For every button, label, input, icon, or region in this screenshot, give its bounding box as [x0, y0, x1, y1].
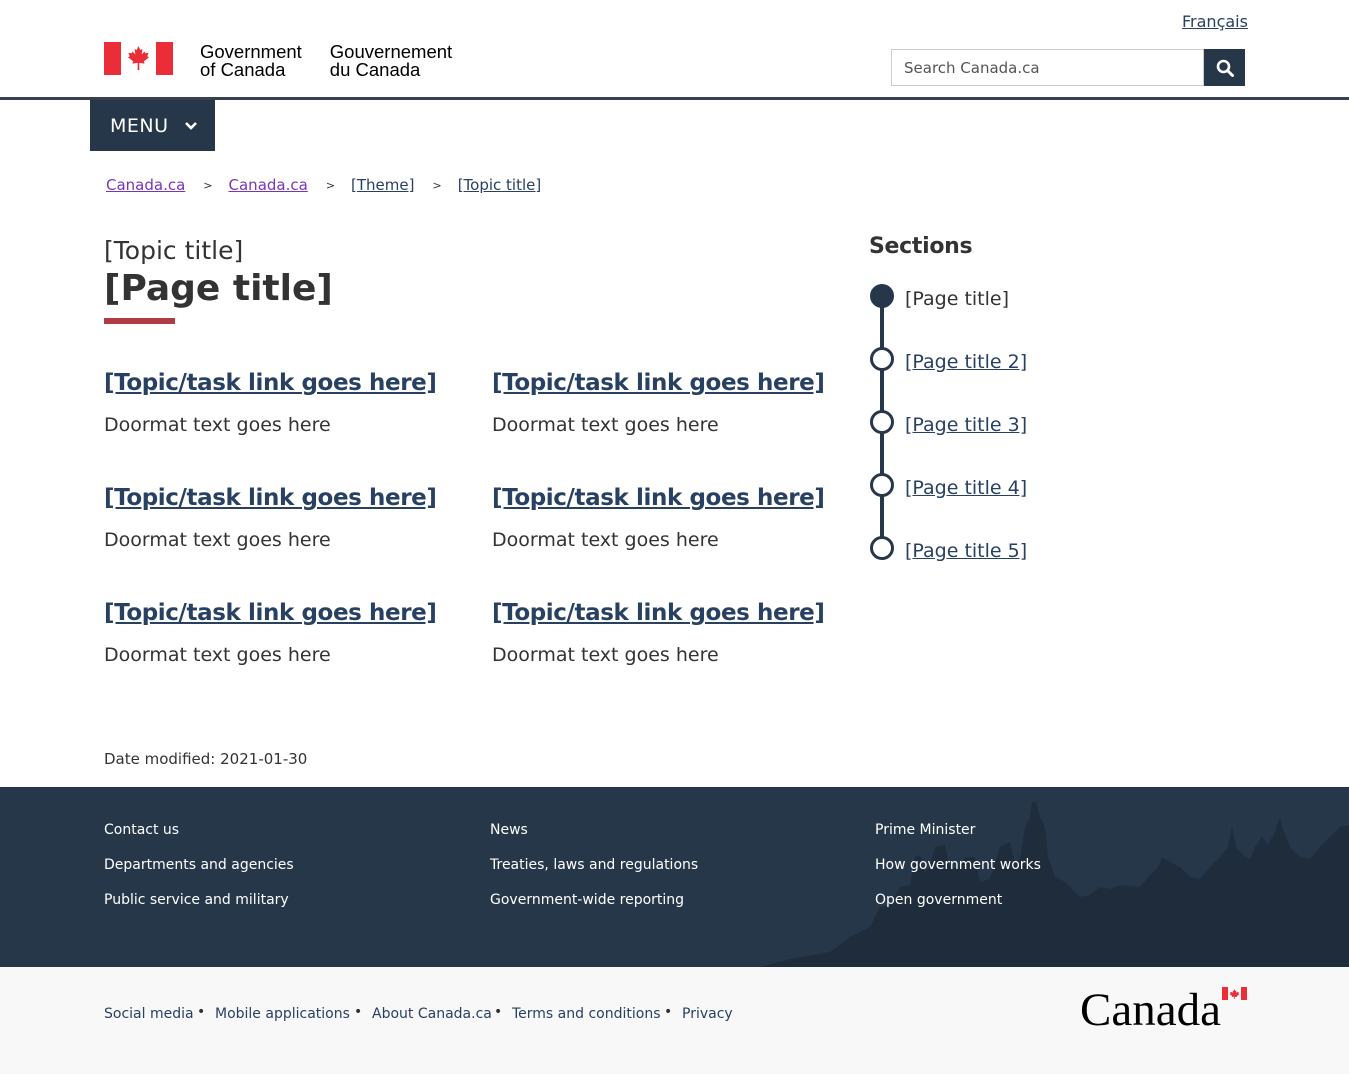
- footer-sub-link-about[interactable]: About Canada.ca: [372, 1006, 492, 1022]
- footer-sub-link-social-media[interactable]: Social media: [104, 1006, 194, 1022]
- breadcrumb-link-canada[interactable]: Canada.ca: [106, 176, 185, 194]
- breadcrumb-separator: >: [203, 178, 213, 192]
- section-link-3[interactable]: [Page title 3]: [905, 414, 1027, 436]
- section-link-5[interactable]: [Page title 5]: [905, 540, 1027, 562]
- search-icon: [1216, 59, 1234, 77]
- menu-label: MENU: [110, 114, 169, 137]
- step-marker: [870, 536, 894, 560]
- step-marker: [870, 473, 894, 497]
- canada-wordmark-logo: Canada: [1080, 985, 1247, 1029]
- chevron-down-icon: [185, 122, 197, 130]
- step-marker: [870, 347, 894, 371]
- footer-link-how-government-works[interactable]: How government works: [875, 857, 1041, 873]
- menu-button[interactable]: MENU: [90, 100, 215, 151]
- page-title: [Page title]: [104, 268, 333, 309]
- footer-link-public-service[interactable]: Public service and military: [104, 892, 289, 908]
- doormat-link[interactable]: [Topic/task link goes here]: [492, 485, 825, 511]
- bullet-separator: •: [494, 1004, 503, 1020]
- doormat-link[interactable]: [Topic/task link goes here]: [104, 485, 437, 511]
- sections-heading: Sections: [869, 234, 973, 259]
- footer-link-prime-minister[interactable]: Prime Minister: [875, 822, 975, 838]
- breadcrumb-link-canada-2[interactable]: Canada.ca: [229, 176, 308, 194]
- bullet-separator: •: [197, 1004, 206, 1020]
- topic-title: [Topic title]: [104, 236, 244, 265]
- step-marker: [870, 410, 894, 434]
- footer-sub-link-terms[interactable]: Terms and conditions: [512, 1006, 661, 1022]
- doormat-text: Doormat text goes here: [104, 529, 331, 551]
- date-modified-label: Date modified:: [104, 750, 216, 768]
- doormat-link[interactable]: [Topic/task link goes here]: [492, 370, 825, 396]
- date-modified: Date modified: 2021-01-30: [104, 750, 307, 768]
- footer-link-open-government[interactable]: Open government: [875, 892, 1002, 908]
- footer-link-departments[interactable]: Departments and agencies: [104, 857, 294, 873]
- footer-sub-link-privacy[interactable]: Privacy: [682, 1006, 733, 1022]
- footer-link-contact-us[interactable]: Contact us: [104, 822, 179, 838]
- breadcrumb-separator: >: [325, 178, 336, 192]
- gouvernement-du-canada-text: Gouvernement du Canada: [329, 41, 453, 80]
- doormat-text: Doormat text goes here: [492, 414, 719, 436]
- doormat-link[interactable]: [Topic/task link goes here]: [492, 600, 825, 626]
- doormat-link[interactable]: [Topic/task link goes here]: [104, 370, 437, 396]
- breadcrumb-link-theme[interactable]: [Theme]: [351, 176, 414, 194]
- section-item-current: [Page title]: [905, 288, 1010, 310]
- doormat-text: Doormat text goes here: [104, 414, 331, 436]
- doormat-text: Doormat text goes here: [104, 644, 331, 666]
- bullet-separator: •: [354, 1004, 363, 1020]
- date-modified-value: 2021-01-30: [220, 750, 308, 768]
- footer-link-news[interactable]: News: [490, 822, 528, 838]
- title-underline-decoration: [104, 318, 175, 324]
- breadcrumb: Canada.ca > Canada.ca > [Theme] > [Topic…: [106, 176, 541, 194]
- section-link-2[interactable]: [Page title 2]: [905, 351, 1027, 373]
- doormat-text: Doormat text goes here: [492, 644, 719, 666]
- section-link-4[interactable]: [Page title 4]: [905, 477, 1027, 499]
- footer-link-treaties[interactable]: Treaties, laws and regulations: [490, 857, 698, 873]
- canada-wordmark-text: Canada: [1080, 985, 1221, 1029]
- parliament-skyline-decoration: [760, 802, 1349, 967]
- canada-flag-icon: [104, 42, 173, 75]
- breadcrumb-link-topic[interactable]: [Topic title]: [458, 176, 542, 194]
- government-of-canada-signature[interactable]: Government of Canada Gouvernement du Can…: [104, 41, 453, 80]
- site-header: Français Government of Canada Gouverneme…: [0, 0, 1349, 100]
- footer-sub-link-mobile-apps[interactable]: Mobile applications: [215, 1006, 350, 1022]
- government-of-canada-text: Government of Canada: [200, 41, 302, 80]
- footer-main: Contact us Departments and agencies Publ…: [0, 787, 1349, 967]
- doormat-link[interactable]: [Topic/task link goes here]: [104, 600, 437, 626]
- step-marker-current: [870, 284, 894, 308]
- language-toggle-link[interactable]: Français: [1182, 12, 1248, 31]
- bullet-separator: •: [664, 1004, 673, 1020]
- search-button[interactable]: [1204, 49, 1245, 86]
- footer-link-reporting[interactable]: Government-wide reporting: [490, 892, 684, 908]
- search-input[interactable]: Search Canada.ca: [891, 49, 1204, 86]
- doormat-text: Doormat text goes here: [492, 529, 719, 551]
- breadcrumb-separator: >: [432, 178, 442, 192]
